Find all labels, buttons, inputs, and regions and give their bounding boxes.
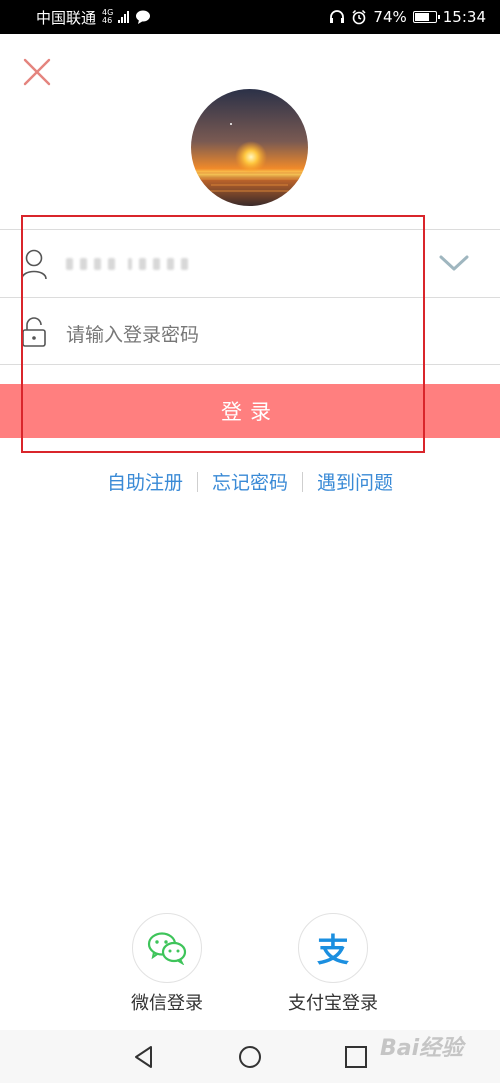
username-row[interactable] — [0, 229, 500, 297]
carrier-name: 中国联通 — [36, 8, 97, 27]
chevron-down-icon[interactable] — [438, 252, 470, 274]
register-link[interactable]: 自助注册 — [93, 468, 197, 495]
problem-link[interactable]: 遇到问题 — [303, 468, 407, 495]
login-button[interactable]: 登录 — [0, 384, 500, 438]
wechat-login[interactable]: 微信登录 — [107, 913, 227, 1015]
lock-icon — [22, 317, 46, 347]
network-type-bottom: 46 — [102, 16, 113, 25]
headset-icon — [330, 10, 345, 23]
recent-apps-icon[interactable] — [343, 1044, 369, 1070]
wechat-button[interactable] — [132, 913, 202, 983]
wechat-icon — [147, 932, 187, 965]
status-left: 中国联通 4G 46 — [36, 7, 151, 28]
wechat-login-label[interactable]: 微信登录 — [107, 989, 227, 1015]
signal-icon — [118, 11, 130, 23]
user-icon — [21, 249, 47, 280]
alipay-login[interactable]: 支 支付宝登录 — [273, 913, 393, 1015]
alarm-icon — [352, 9, 366, 25]
status-right: 74% 15:34 — [329, 8, 486, 26]
battery-percent: 74% — [373, 8, 407, 26]
alipay-button[interactable]: 支 — [298, 913, 368, 983]
status-bar: 中国联通 4G 46 74% 15:34 — [0, 0, 500, 34]
password-row[interactable]: 请输入登录密码 — [0, 297, 500, 365]
forgot-password-link[interactable]: 忘记密码 — [198, 468, 302, 495]
password-field[interactable]: 请输入登录密码 — [66, 320, 199, 347]
network-type: 4G 46 — [102, 9, 113, 25]
watermark: Bai经验 — [380, 1036, 464, 1061]
help-links: 自助注册 忘记密码 遇到问题 — [0, 468, 500, 495]
battery-icon — [412, 11, 440, 23]
close-icon[interactable] — [20, 55, 54, 89]
avatar — [191, 89, 308, 206]
home-icon[interactable] — [237, 1044, 263, 1070]
alipay-login-label[interactable]: 支付宝登录 — [273, 989, 393, 1015]
username-field[interactable] — [66, 252, 188, 276]
alipay-icon: 支 — [316, 931, 349, 969]
message-icon — [136, 10, 151, 24]
back-icon[interactable] — [131, 1044, 157, 1070]
clock: 15:34 — [442, 8, 486, 26]
